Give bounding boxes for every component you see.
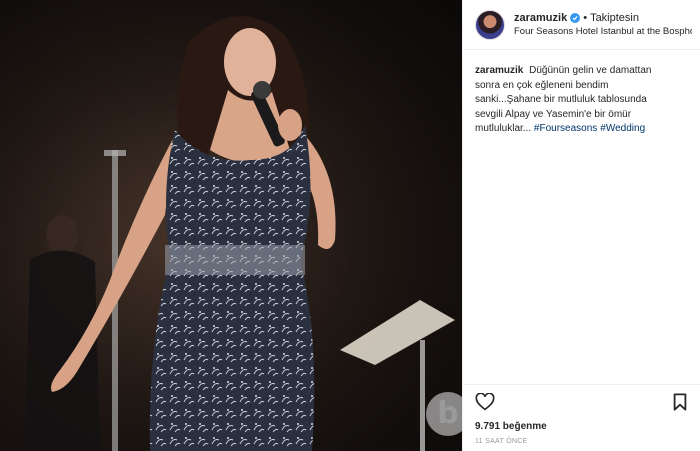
location-link[interactable]: Four Seasons Hotel Istanbul at the Bosph…	[514, 26, 692, 37]
action-row	[475, 391, 688, 416]
post-actions: 9.791 beğenme 11 SAAT ÖNCE	[463, 384, 700, 451]
username-link[interactable]: zaramuzik	[514, 12, 567, 24]
follow-status-button[interactable]: Takiptesin	[590, 12, 639, 24]
separator-dot: •	[583, 12, 588, 24]
post-header: zaramuzik • Takiptesin Four Seasons Hote…	[463, 0, 700, 50]
hashtag-link[interactable]: #Fourseasons	[534, 123, 597, 134]
comments-area: zaramuzik Düğünün gelin ve damattan sonr…	[463, 50, 700, 384]
header-line: zaramuzik • Takiptesin	[514, 12, 692, 24]
likes-count[interactable]: 9.791 beğenme	[475, 421, 688, 432]
instagram-post: b zaramuzik • Takiptesin Four Seasons Ho…	[0, 0, 700, 451]
avatar[interactable]	[475, 9, 505, 40]
heart-icon[interactable]	[475, 391, 495, 416]
post-timestamp: 11 SAAT ÖNCE	[475, 438, 528, 445]
verified-badge-icon	[570, 13, 581, 23]
hashtag-link[interactable]: #Wedding	[600, 123, 645, 134]
singer-photo-illustration	[0, 0, 462, 451]
header-text: zaramuzik • Takiptesin Four Seasons Hote…	[514, 12, 692, 37]
bookmark-icon[interactable]	[672, 392, 688, 416]
hashtags: #Fourseasons #Wedding	[534, 123, 648, 134]
caption: zaramuzik Düğünün gelin ve damattan sonr…	[475, 64, 675, 137]
post-photo[interactable]: b	[0, 0, 462, 451]
post-side-panel: zaramuzik • Takiptesin Four Seasons Hote…	[462, 0, 700, 451]
caption-username[interactable]: zaramuzik	[475, 65, 523, 76]
watermark-logo: b	[426, 392, 462, 436]
